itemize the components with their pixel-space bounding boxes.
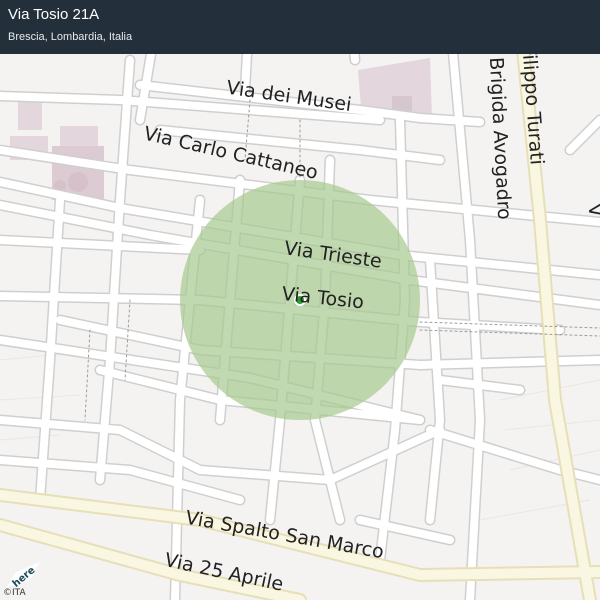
street-label: V bbox=[583, 202, 600, 219]
copyright-text: ©ITA bbox=[3, 588, 26, 598]
address-header: Via Tosio 21A Brescia, Lombardia, Italia bbox=[0, 0, 600, 54]
map-canvas[interactable]: Via dei Musei Via Carlo Cattaneo Via Tri… bbox=[0, 0, 600, 600]
address-subtitle: Brescia, Lombardia, Italia bbox=[8, 31, 133, 43]
map-view[interactable]: Via dei Musei Via Carlo Cattaneo Via Tri… bbox=[0, 0, 600, 600]
here-logo: here bbox=[6, 562, 40, 588]
address-title: Via Tosio 21A bbox=[8, 6, 100, 23]
